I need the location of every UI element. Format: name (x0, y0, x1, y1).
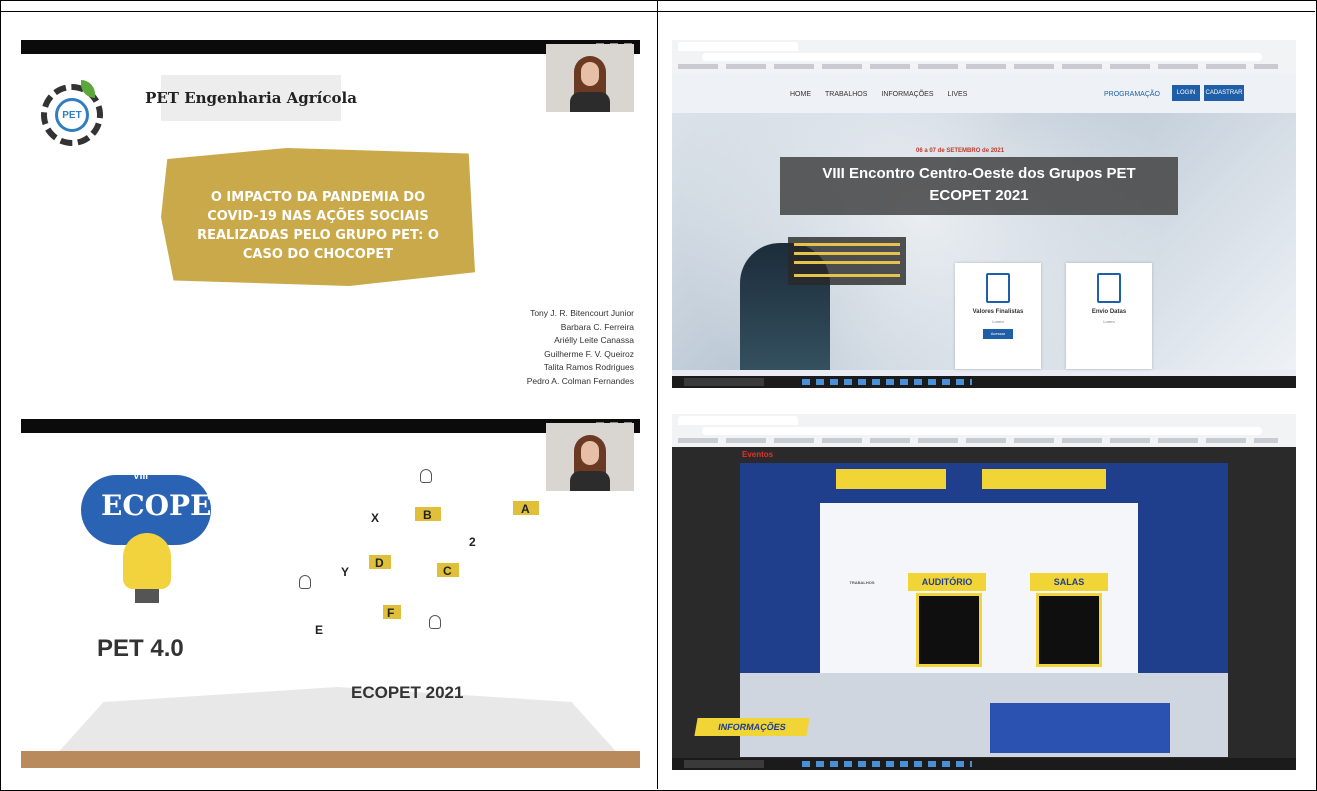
letter-y: Y (341, 565, 350, 579)
bookmarks-bar[interactable] (678, 64, 1278, 69)
viewer-brand: Eventos (742, 450, 774, 459)
letter-d: D (375, 556, 384, 570)
salas-door[interactable] (1036, 593, 1102, 667)
ceiling-light (982, 469, 1106, 489)
table-surface (21, 751, 640, 768)
pet-logo-icon: PET (41, 80, 103, 146)
letter-x: X (371, 511, 380, 525)
browser-ecopet-site: HOME TRABALHOS INFORMAÇÕES LIVES PROGRAM… (672, 40, 1296, 388)
cadastrar-button[interactable]: CADASTRAR (1204, 85, 1244, 101)
auditorio-door[interactable] (916, 593, 982, 667)
pet-40-label: PET 4.0 (97, 635, 184, 662)
slide-title: PET Engenharia Agrícola (145, 75, 357, 121)
event-banner: VIII Encontro Centro-Oeste dos Grupos PE… (780, 157, 1178, 215)
banner-line: VIII Encontro Centro-Oeste dos Grupos PE… (822, 165, 1136, 182)
browser-tab[interactable] (678, 42, 798, 51)
pet-logo-text: PET (55, 98, 89, 132)
nav-informacoes[interactable]: INFORMAÇÕES (881, 91, 933, 98)
letter-f: F (387, 606, 395, 620)
viewer-toolbar: Eventos (672, 447, 1296, 463)
letter-b: B (423, 508, 432, 522)
headline-line: CASO DO CHOCOPET (242, 247, 394, 262)
slide-ecopet: VIII ECOPET PET 4.0 ECOPET 2021 X B A Y … (21, 419, 640, 768)
slide-pet-engenharia: PET PET Engenharia Agrícola O IMPACTO DA… (21, 40, 640, 385)
address-bar[interactable] (702, 427, 1262, 435)
logo-viii: VIII (133, 471, 149, 482)
virtual-hall-scene[interactable]: AUDITÓRIO SALAS TRABALHOS (740, 463, 1228, 757)
browser-tab[interactable] (678, 416, 798, 425)
number-2: 2 (469, 535, 476, 549)
hall-court (990, 703, 1170, 753)
taskbar-search[interactable] (684, 760, 764, 768)
browser-chrome (672, 414, 1296, 447)
windows-taskbar (672, 758, 1296, 770)
bookmarks-bar[interactable] (678, 438, 1278, 443)
author: Ariélly Leite Canassa (554, 335, 634, 345)
document-icon (986, 273, 1010, 303)
banner-line: ECOPET 2021 (929, 187, 1029, 204)
card-title: Valores Finalistas (972, 309, 1024, 315)
card-title: Envio Datas (1091, 309, 1127, 315)
info-block (788, 237, 906, 285)
lightbulb-icon (299, 575, 311, 589)
address-bar[interactable] (702, 53, 1262, 61)
author-list: Tony J. R. Bitencourt Junior Barbara C. … (527, 307, 634, 385)
author: Tony J. R. Bitencourt Junior (530, 308, 634, 318)
author: Talita Ramos Rodrigues (543, 362, 634, 372)
taskbar-apps[interactable] (802, 379, 972, 385)
card-valores[interactable]: Valores Finalistas Lorem Acessar (955, 263, 1041, 369)
taskbar-apps[interactable] (802, 761, 972, 767)
headline-line: O IMPACTO DA PANDEMIA DO (210, 190, 426, 205)
ceiling-light (836, 469, 946, 489)
nav-lives[interactable]: LIVES (948, 91, 968, 98)
author: Guilherme F. V. Queiroz (544, 348, 634, 359)
event-date: 06 a 07 de SETEMBRO de 2021 (916, 148, 1005, 154)
site-navbar: HOME TRABALHOS INFORMAÇÕES LIVES PROGRAM… (672, 73, 1296, 113)
nav-home[interactable]: HOME (790, 91, 811, 98)
headline-line: REALIZADAS PELO GRUPO PET: O (197, 228, 439, 243)
nav-programacao[interactable]: PROGRAMAÇÃO (1104, 91, 1160, 98)
informacoes-sign[interactable]: INFORMAÇÕES (694, 718, 810, 736)
lightbulb-icon (429, 615, 441, 629)
browser-chrome (672, 40, 1296, 74)
author: Pedro A. Colman Fernandes (526, 375, 634, 386)
headline-line: COVID-19 NAS AÇÕES SOCIAIS (207, 209, 429, 224)
windows-taskbar (672, 376, 1296, 388)
nav-trabalhos[interactable]: TRABALHOS (825, 91, 867, 98)
lightbulb-icon (420, 469, 432, 483)
card-button[interactable]: Acessar (983, 329, 1013, 339)
letter-c: C (443, 564, 452, 578)
grid-divider (657, 0, 658, 789)
slide-headline: O IMPACTO DA PANDEMIA DO COVID-19 NAS AÇ… (161, 188, 475, 264)
browser-virtual-hall: Eventos AUDITÓRIO SALAS TRABALHOS INFORM… (672, 414, 1296, 770)
trabalhos-sign[interactable]: TRABALHOS (840, 573, 884, 591)
ecopet-logo: VIII ECOPET (61, 445, 232, 605)
auditorio-sign[interactable]: AUDITÓRIO (908, 573, 986, 591)
letter-e: E (315, 623, 324, 637)
author: Barbara C. Ferreira (560, 321, 634, 332)
login-button[interactable]: LOGIN (1172, 85, 1200, 101)
lightbulb-icon (123, 533, 171, 603)
document-icon (1097, 273, 1121, 303)
salas-sign[interactable]: SALAS (1030, 573, 1108, 591)
webcam-thumbnail[interactable] (546, 44, 634, 112)
book-title: ECOPET 2021 (351, 683, 464, 702)
webcam-thumbnail[interactable] (546, 423, 634, 491)
letter-a: A (521, 502, 530, 516)
card-envio[interactable]: Envio Datas Lorem (1066, 263, 1152, 369)
taskbar-search[interactable] (684, 378, 764, 386)
logo-name: ECOPET (101, 489, 233, 522)
